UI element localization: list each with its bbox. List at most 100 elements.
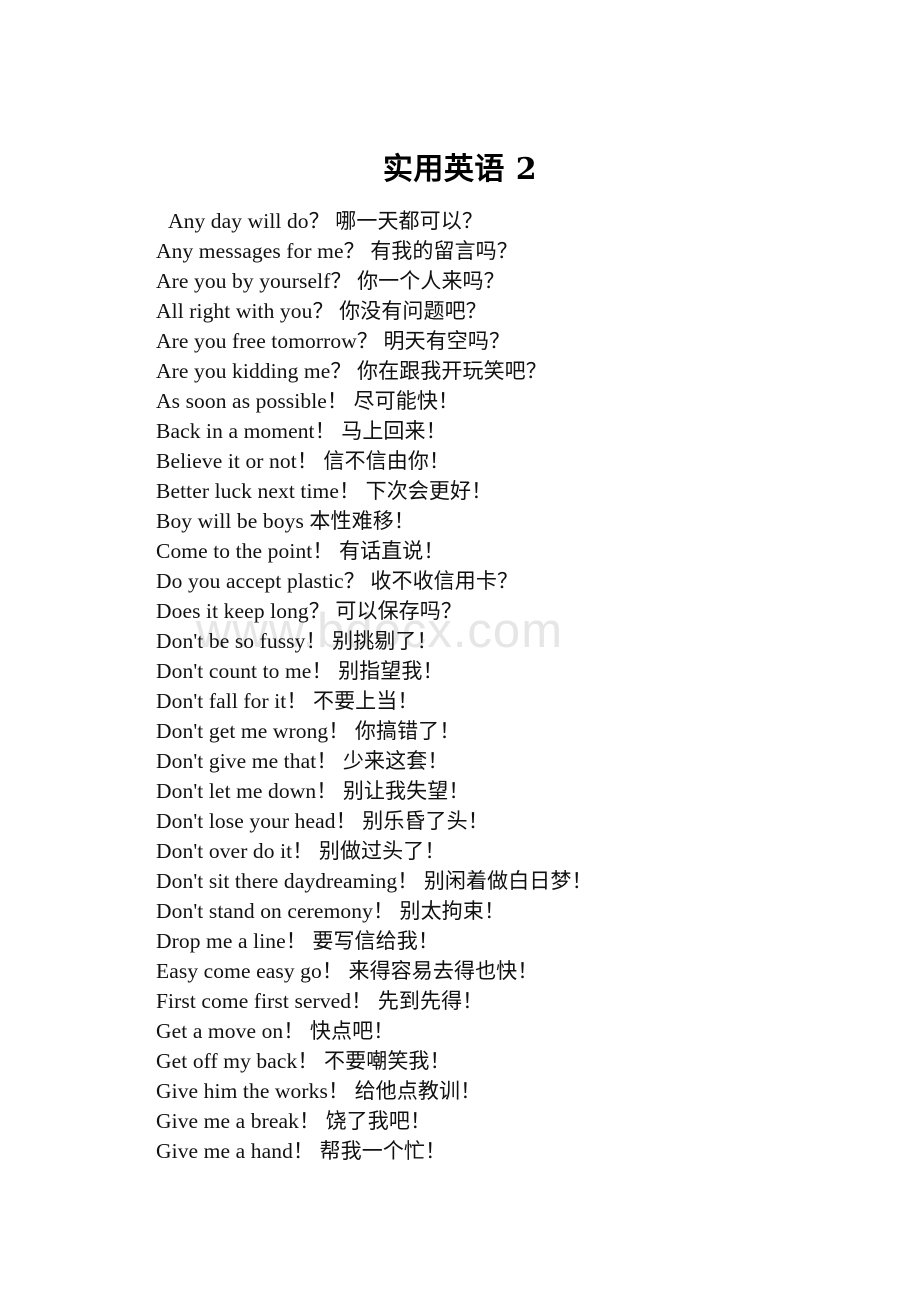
phrase-punctuation: ？ [308, 599, 330, 623]
phrase-chinese: 尽可能快！ [353, 389, 460, 413]
phrase-line: Better luck next time！ 下次会更好！ [156, 476, 876, 506]
phrase-punctuation: ！ [316, 779, 338, 803]
phrase-line: Believe it or not！ 信不信由你！ [156, 446, 876, 476]
phrase-line: Do you accept plastic？ 收不收信用卡？ [156, 566, 876, 596]
phrase-punctuation: ！ [298, 1109, 321, 1133]
phrase-chinese: 有话直说！ [338, 539, 445, 563]
phrase-english: Don't be so fussy [156, 629, 306, 653]
phrase-chinese: 哪一天都可以？ [335, 209, 483, 233]
phrase-punctuation: ？ [343, 239, 365, 263]
phrase-line: As soon as possible！ 尽可能快！ [156, 386, 876, 416]
phrase-punctuation: ！ [328, 719, 350, 743]
phrase-punctuation: ！ [311, 659, 333, 683]
phrase-chinese: 信不信由你！ [323, 449, 451, 473]
phrase-english: Don't lose your head [156, 809, 336, 833]
phrase-line: Don't give me that！ 少来这套！ [156, 746, 876, 776]
phrase-punctuation: ？ [330, 269, 352, 293]
phrase-punctuation: ？ [308, 209, 330, 233]
phrase-chinese: 帮我一个忙！ [319, 1139, 447, 1163]
phrase-chinese: 要写信给我！ [312, 929, 439, 953]
phrase-english: Don't stand on ceremony [156, 899, 373, 923]
phrase-chinese: 收不收信用卡？ [370, 569, 519, 593]
phrase-english: Don't fall for it [156, 689, 287, 713]
phrase-chinese: 别闲着做白日梦！ [423, 869, 593, 893]
phrase-line: Don't stand on ceremony！ 别太拘束！ [156, 896, 876, 926]
phrase-chinese: 可以保存吗？ [335, 599, 462, 623]
phrase-english: Don't get me wrong [156, 719, 329, 743]
phrase-line: Don't over do it！ 别做过头了！ [156, 836, 876, 866]
phrase-chinese: 快点吧！ [309, 1019, 395, 1043]
phrase-punctuation: ！ [292, 1139, 315, 1163]
phrase-english: Don't give me that [156, 749, 317, 773]
phrase-chinese: 别指望我！ [338, 659, 444, 683]
phrase-english: Better luck next time [156, 479, 340, 503]
phrase-list: Any day will do？ 哪一天都可以？ Any messages for… [156, 206, 876, 1166]
phrase-chinese: 不要嘲笑我！ [324, 1049, 451, 1073]
phrase-line: Any day will do？ 哪一天都可以？ [156, 206, 876, 236]
phrase-english: Do you accept plastic [156, 569, 344, 593]
phrase-punctuation: ？ [312, 299, 334, 323]
phrase-chinese: 来得容易去得也快！ [348, 959, 539, 983]
phrase-chinese: 别挑剔了！ [332, 629, 438, 653]
phrase-line: Give me a hand！ 帮我一个忙！ [156, 1136, 876, 1166]
phrase-english: Are you kidding me [156, 359, 331, 383]
phrase-punctuation: ！ [292, 839, 314, 863]
phrase-line: Give him the works！ 给他点教训！ [156, 1076, 876, 1106]
phrase-punctuation: ！ [327, 1079, 350, 1103]
phrase-chinese: 你没有问题吧？ [339, 299, 487, 323]
page-title: 实用英语 2 [382, 152, 538, 187]
phrase-line: All right with you？ 你没有问题吧？ [156, 296, 876, 326]
phrase-line: Are you free tomorrow？ 明天有空吗？ [156, 326, 876, 356]
phrase-line: Get off my back！ 不要嘲笑我！ [156, 1046, 876, 1076]
phrase-line: First come first served！ 先到先得！ [156, 986, 876, 1016]
phrase-english: First come first served [156, 989, 352, 1013]
phrase-punctuation: ！ [351, 989, 373, 1013]
phrase-punctuation: ！ [312, 539, 334, 563]
phrase-punctuation: ！ [314, 419, 336, 443]
phrase-punctuation: ？ [356, 329, 379, 353]
phrase-english: Don't over do it [156, 839, 293, 863]
phrase-chinese: 别乐昏了头！ [362, 809, 489, 833]
phrase-line: Any messages for me？ 有我的留言吗？ [156, 236, 876, 266]
phrase-line: Don't lose your head！ 别乐昏了头！ [156, 806, 876, 836]
phrase-punctuation: ！ [316, 749, 338, 773]
phrase-punctuation: ！ [297, 1049, 319, 1073]
phrase-line: Are you by yourself？ 你一个人来吗？ [156, 266, 876, 296]
phrase-line: Don't fall for it！ 不要上当！ [156, 686, 876, 716]
phrase-line: Give me a break！ 饶了我吧！ [156, 1106, 876, 1136]
phrase-punctuation: ？ [343, 569, 365, 593]
phrase-english: Give me a hand [156, 1139, 293, 1163]
phrase-line: Don't be so fussy！ 别挑剔了！ [156, 626, 876, 656]
phrase-chinese: 明天有空吗？ [383, 329, 511, 353]
phrase-line: Easy come easy go！ 来得容易去得也快！ [156, 956, 876, 986]
phrase-chinese: 你搞错了！ [354, 719, 461, 743]
phrase-english: Does it keep long [156, 599, 309, 623]
phrase-line: Don't get me wrong！ 你搞错了！ [156, 716, 876, 746]
phrase-line: Come to the point！ 有话直说！ [156, 536, 876, 566]
phrase-chinese: 别让我失望！ [342, 779, 470, 803]
phrase-english: Give me a break [156, 1109, 299, 1133]
phrase-line: Back in a moment！ 马上回来！ [156, 416, 876, 446]
phrase-english: Any day will do [168, 209, 309, 233]
phrase-punctuation: ！ [321, 959, 343, 983]
phrase-english: Don't sit there daydreaming [156, 869, 398, 893]
phrase-line: Does it keep long？ 可以保存吗？ [156, 596, 876, 626]
phrase-punctuation: ！ [305, 629, 327, 653]
phrase-punctuation: ！ [397, 869, 419, 893]
phrase-english: Get a move on [156, 1019, 284, 1043]
phrase-chinese: 别做过头了！ [318, 839, 446, 863]
phrase-chinese: 你一个人来吗？ [357, 269, 505, 293]
phrase-english: Back in a moment [156, 419, 315, 443]
phrase-punctuation: ！ [372, 899, 395, 923]
phrase-english: Believe it or not [156, 449, 297, 473]
phrase-punctuation: ！ [296, 449, 318, 473]
phrase-chinese: 先到先得！ [377, 989, 484, 1013]
phrase-line: Don't sit there daydreaming！ 别闲着做白日梦！ [156, 866, 876, 896]
phrase-english: Don't count to me [156, 659, 312, 683]
phrase-punctuation: ！ [285, 929, 307, 953]
phrase-chinese: 你在跟我开玩笑吧？ [356, 359, 547, 383]
phrase-english: Boy will be boys [156, 509, 304, 533]
phrase-english: Come to the point [156, 539, 313, 563]
phrase-english: Give him the works [156, 1079, 328, 1103]
phrase-chinese: 本性难移！ [309, 509, 415, 533]
